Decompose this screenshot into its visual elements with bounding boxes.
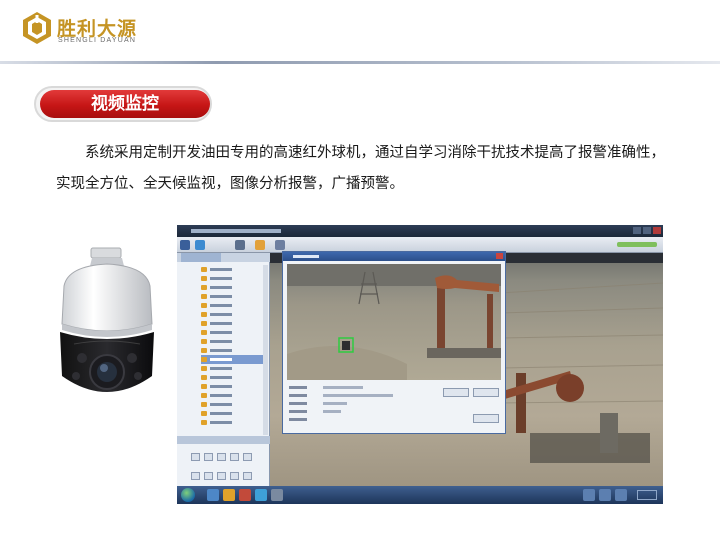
list-item [201, 283, 263, 292]
tray-icon [615, 489, 627, 501]
form-label [289, 410, 307, 413]
minimize-icon [633, 227, 641, 234]
list-item [201, 346, 263, 355]
list-item [201, 274, 263, 283]
form-label [289, 386, 307, 389]
maximize-icon [643, 227, 651, 234]
list-scrollbar [263, 265, 268, 435]
form-label [289, 402, 307, 405]
description-paragraph: 系统采用定制开发油田专用的高速红外球机，通过自学习消除干扰技术提高了报警准确性，… [56, 145, 665, 192]
dialog-close-icon [496, 253, 503, 259]
list-item [201, 265, 263, 274]
device-tree-panel [177, 253, 270, 499]
form-label [289, 394, 307, 397]
list-item [201, 400, 263, 409]
list-item [201, 373, 263, 382]
company-logo-icon [23, 12, 51, 44]
app-icon [271, 489, 283, 501]
tab-views [223, 253, 263, 262]
settings-icon [235, 240, 245, 250]
form-value [323, 402, 347, 405]
section-title: 视频监控 [91, 94, 159, 114]
explorer-icon [207, 489, 219, 501]
tray-icon [599, 489, 611, 501]
alarm-dialog [282, 251, 506, 434]
preview-icon [180, 240, 190, 250]
list-item [201, 301, 263, 310]
form-label [289, 418, 307, 421]
list-item [201, 364, 263, 373]
playback-icon [255, 240, 265, 250]
list-item [201, 292, 263, 301]
list-item [201, 418, 263, 427]
log-icon [275, 240, 285, 250]
camera-icon [195, 240, 205, 250]
list-item [201, 337, 263, 346]
dialog-title-placeholder [293, 255, 319, 258]
start-button-icon [181, 488, 195, 502]
volume-bar [617, 242, 657, 247]
ptz-camera-image [60, 247, 154, 392]
client-title-placeholder [191, 229, 281, 233]
monitoring-software-screenshot [177, 225, 663, 504]
folder-icon [223, 489, 235, 501]
list-item [201, 409, 263, 418]
panel-tabs [177, 253, 270, 262]
browser-icon [255, 489, 267, 501]
close-icon [653, 227, 661, 234]
list-item [201, 319, 263, 328]
dialog-button [443, 388, 469, 397]
list-item-selected [201, 355, 263, 364]
alarm-snapshot [287, 264, 501, 380]
dialog-button [473, 388, 499, 397]
alarm-dialog-titlebar [283, 252, 505, 261]
alarm-scene-image [287, 264, 501, 380]
tray-clock [637, 490, 657, 500]
brand-name-en: SHENGLI DAYUAN [58, 37, 137, 44]
form-value [323, 386, 363, 389]
windows-taskbar [177, 486, 663, 504]
device-list [201, 265, 263, 427]
tab-devices [181, 253, 221, 262]
ptz-control-header [177, 436, 270, 444]
list-item [201, 310, 263, 319]
tray-icon [583, 489, 595, 501]
header-divider [0, 61, 720, 64]
list-item [201, 391, 263, 400]
list-item [201, 328, 263, 337]
alarm-info-form [287, 384, 501, 430]
list-item [201, 382, 263, 391]
form-value [323, 394, 393, 397]
form-value [323, 410, 341, 413]
dialog-confirm-button [473, 414, 499, 423]
client-title-bar [177, 225, 663, 237]
app-icon [239, 489, 251, 501]
